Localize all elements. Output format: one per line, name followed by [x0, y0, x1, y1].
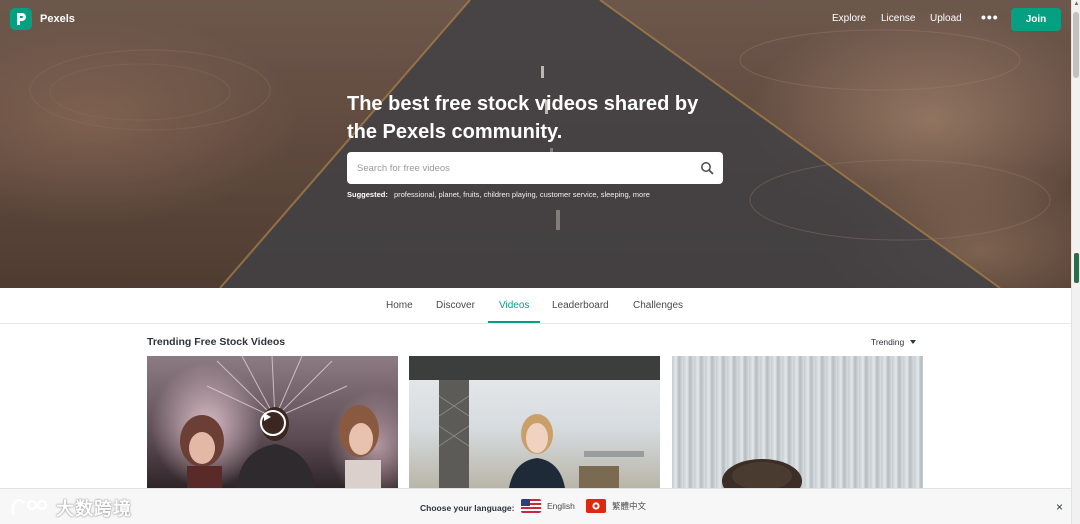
- tab-home[interactable]: Home: [386, 300, 413, 311]
- nav-explore[interactable]: Explore: [832, 13, 866, 24]
- tab-challenges[interactable]: Challenges: [633, 300, 683, 311]
- search-bar: [347, 152, 723, 184]
- video-thumbnail: [722, 459, 802, 488]
- watermark-icon: [11, 498, 47, 516]
- hk-flag-icon: [586, 499, 606, 513]
- tab-discover[interactable]: Discover: [436, 300, 475, 311]
- sort-dropdown[interactable]: Trending: [871, 337, 917, 347]
- section-title: Trending Free Stock Videos: [147, 336, 286, 348]
- play-icon[interactable]: [260, 410, 286, 436]
- chevron-down-icon: [910, 340, 917, 344]
- language-chinese-label: 繁體中文: [612, 501, 647, 511]
- tab-leaderboard[interactable]: Leaderboard: [552, 300, 609, 311]
- active-tab-indicator: [488, 321, 540, 323]
- tab-videos[interactable]: Videos: [499, 300, 529, 311]
- scroll-up-arrow-icon[interactable]: ▲: [1073, 0, 1080, 9]
- page-scrollbar[interactable]: ▲: [1071, 0, 1080, 524]
- close-icon[interactable]: ×: [1056, 500, 1063, 514]
- suggested-links[interactable]: professional, planet, fruits, children p…: [394, 190, 650, 199]
- scrollbar-thumb[interactable]: [1073, 12, 1079, 78]
- top-navigation: Pexels Explore License Upload ••• Join: [0, 0, 1071, 40]
- language-option-traditional-chinese[interactable]: 繁體中文: [586, 499, 646, 513]
- sort-selected-value: Trending: [871, 337, 905, 347]
- search-icon[interactable]: [700, 161, 714, 175]
- section-tabs: Home Discover Videos Leaderboard Challen…: [0, 288, 1071, 324]
- language-bar: 大数跨境 Choose your language: English 繁體中文 …: [0, 488, 1071, 524]
- hero-banner: Pexels Explore License Upload ••• Join T…: [0, 0, 1071, 288]
- language-option-english[interactable]: English: [521, 499, 575, 513]
- language-label: Choose your language:: [420, 503, 515, 513]
- video-card[interactable]: [409, 356, 660, 488]
- us-flag-icon: [521, 499, 541, 513]
- nav-upload[interactable]: Upload: [930, 13, 962, 24]
- search-input[interactable]: [357, 162, 677, 174]
- join-button[interactable]: Join: [1011, 8, 1061, 31]
- hero-title: The best free stock videos shared by the…: [347, 93, 699, 143]
- nav-license[interactable]: License: [881, 13, 915, 24]
- more-menu-icon[interactable]: •••: [981, 9, 999, 25]
- pexels-logo-icon[interactable]: [10, 8, 32, 30]
- suggested-label: Suggested:: [347, 190, 388, 199]
- video-thumbnail: [409, 356, 660, 488]
- brand-name[interactable]: Pexels: [40, 13, 75, 25]
- video-card[interactable]: [672, 356, 923, 488]
- suggested-searches: Suggested: professional, planet, fruits,…: [347, 190, 650, 199]
- scroll-indicator: [1074, 253, 1079, 283]
- watermark-logo: 大数跨境: [8, 495, 132, 521]
- video-card[interactable]: [147, 356, 398, 488]
- watermark-text: 大数跨境: [56, 499, 132, 519]
- language-english-label: English: [547, 501, 575, 511]
